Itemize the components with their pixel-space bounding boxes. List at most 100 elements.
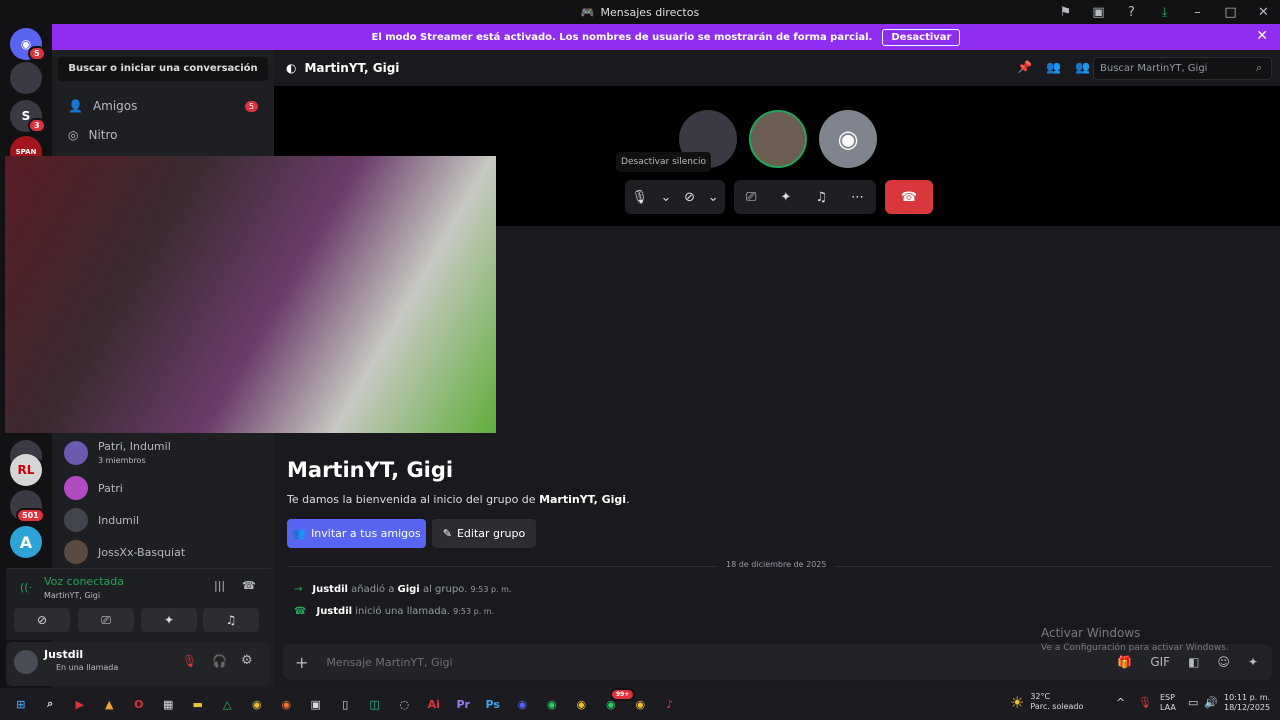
sticker-icon[interactable]: ◧ xyxy=(1188,655,1199,669)
chevron-down-icon[interactable]: ⌄ xyxy=(661,190,672,205)
discord-icon[interactable]: ◉ xyxy=(508,692,538,716)
server-icon[interactable] xyxy=(10,62,42,94)
call-actions: ⎚ ✦ ♫ ⋯ xyxy=(734,180,876,214)
soundboard-button[interactable]: ♫ xyxy=(203,608,259,632)
message-input[interactable]: Mensaje MartinYT, Gigi xyxy=(326,656,452,669)
chrome-icon[interactable]: ◉ xyxy=(567,692,597,716)
sidebar-item-nitro[interactable]: ◎ Nitro xyxy=(58,122,268,148)
home-button[interactable]: ◉ 5 xyxy=(10,28,46,61)
activities-button[interactable]: ✦ xyxy=(141,608,197,632)
members-icon[interactable]: 👥 xyxy=(1075,60,1090,74)
page-title: MartinYT, Gigi xyxy=(304,61,400,75)
close-banner-icon[interactable]: ✕ xyxy=(1256,28,1268,44)
server-icon[interactable]: S3 xyxy=(10,100,46,133)
app-icon[interactable]: ◌ xyxy=(390,692,420,716)
welcome-title: MartinYT, Gigi xyxy=(287,458,454,482)
invite-friends-button[interactable]: 👥 Invitar a tus amigos xyxy=(287,519,426,548)
chrome-icon[interactable]: ◉ xyxy=(242,692,272,716)
weather-widget[interactable]: ☀ 32°C Parc. soleado xyxy=(1010,692,1083,712)
premiere-icon[interactable]: Pr xyxy=(449,692,479,716)
close-window-button[interactable]: ✕ xyxy=(1247,5,1280,20)
deactivate-button[interactable]: Desactivar xyxy=(882,28,961,46)
group-icon: ◐ xyxy=(286,61,297,75)
apps-icon[interactable]: ✦ xyxy=(1248,655,1258,669)
conversation-search[interactable]: Buscar o iniciar una conversación xyxy=(58,57,268,81)
participant-avatar[interactable] xyxy=(749,110,807,168)
photoshop-icon[interactable]: Ps xyxy=(478,692,508,716)
server-icon[interactable]: RL xyxy=(10,454,42,486)
dm-name: JossXx-Basquiat xyxy=(98,545,186,559)
noise-icon[interactable]: ||| xyxy=(214,579,225,592)
activities-icon[interactable]: ✦ xyxy=(780,190,791,205)
avatar xyxy=(64,476,88,500)
app-icon[interactable]: ◫ xyxy=(360,692,390,716)
soundboard-icon[interactable]: ♫ xyxy=(815,190,827,205)
download-icon[interactable]: ⤓ xyxy=(1148,5,1181,20)
avatar[interactable] xyxy=(14,650,38,674)
gift-icon[interactable]: 🎁 xyxy=(1117,655,1132,669)
server-icon[interactable]: A xyxy=(10,526,42,558)
pin-icon[interactable]: 📌 xyxy=(1017,60,1032,74)
activation-title: Activar Windows xyxy=(1041,626,1141,640)
volume-icon[interactable]: 🔊 xyxy=(1204,696,1218,709)
network-icon[interactable]: ▭ xyxy=(1188,696,1198,709)
gif-icon[interactable]: GIF xyxy=(1150,655,1170,669)
dm-list-item[interactable]: Patri, Indumil 3 miembros xyxy=(58,440,268,466)
help-icon[interactable]: ? xyxy=(1115,5,1148,20)
search-icon[interactable]: ⌕ xyxy=(36,692,66,716)
server-icon[interactable]: 501 xyxy=(10,490,45,523)
clock[interactable]: 10:11 p. m. 18/12/2025 xyxy=(1224,693,1270,713)
minimize-button[interactable]: – xyxy=(1181,5,1214,20)
inbox-icon[interactable]: ⚑ xyxy=(1049,5,1082,20)
whatsapp-badge: 99+ xyxy=(610,688,636,701)
chevron-down-icon[interactable]: ⌄ xyxy=(708,190,719,205)
chevron-up-icon[interactable]: ^ xyxy=(1116,696,1125,709)
mic-icon[interactable]: 🎙 xyxy=(1138,696,1152,709)
tiktok-icon[interactable]: ♪ xyxy=(655,692,685,716)
drive-icon[interactable]: △ xyxy=(213,692,243,716)
emoji-icon[interactable]: ☺ xyxy=(1217,655,1230,669)
maximize-button[interactable]: □ xyxy=(1214,5,1247,20)
illustrator-icon[interactable]: Ai xyxy=(419,692,449,716)
dm-list-item[interactable]: Patri xyxy=(58,476,268,500)
tooltip: Desactivar silencio xyxy=(616,152,711,172)
dm-list-item[interactable]: Indumil xyxy=(58,508,268,532)
gear-icon[interactable]: ⚙ xyxy=(241,653,253,668)
more-icon[interactable]: ⋯ xyxy=(851,190,864,205)
phone-hangup-icon: ☎ xyxy=(900,189,918,205)
app-icon[interactable]: ▣ xyxy=(301,692,331,716)
spotify-icon[interactable]: ◉ xyxy=(537,692,567,716)
mic-muted-icon[interactable]: 🎙 xyxy=(182,654,197,668)
camera-off-icon[interactable]: ⊘ xyxy=(684,190,695,205)
participant-avatar[interactable]: ◉ xyxy=(819,110,877,168)
plus-icon[interactable]: + xyxy=(295,653,308,672)
headphones-icon[interactable]: 🎧 xyxy=(212,654,227,668)
disconnect-icon[interactable]: ☎ xyxy=(242,579,256,592)
app-icon[interactable]: ▶ xyxy=(65,692,95,716)
nitro-label: Nitro xyxy=(88,128,118,142)
mic-off-icon[interactable]: 🎙 xyxy=(631,190,648,205)
windows-activation: Activar Windows Ve a Configuración para … xyxy=(1041,626,1229,653)
edit-group-button[interactable]: ✎ Editar grupo xyxy=(432,519,536,548)
dm-list-item[interactable]: JossXx-Basquiat xyxy=(58,540,268,564)
file-icon[interactable]: ▯ xyxy=(331,692,361,716)
language-indicator[interactable]: ESP LAA xyxy=(1160,693,1176,713)
start-icon[interactable]: ⊞ xyxy=(6,692,36,716)
dm-name: Indumil xyxy=(98,513,139,527)
firefox-icon[interactable]: ◉ xyxy=(272,692,302,716)
opera-icon[interactable]: O xyxy=(124,692,154,716)
sidebar-item-friends[interactable]: 👤 Amigos 5 xyxy=(58,93,268,119)
date-label: 18 de diciembre de 2025 xyxy=(718,560,835,569)
folder-icon[interactable]: ▬ xyxy=(183,692,213,716)
camera-toggle-button[interactable]: ⊘ xyxy=(14,608,70,632)
header-search-input[interactable]: Buscar MartinYT, Gigi xyxy=(1093,57,1272,80)
add-member-icon[interactable]: 👥 xyxy=(1046,60,1061,74)
hangup-button[interactable]: ☎ xyxy=(885,180,933,214)
store-icon[interactable]: ▦ xyxy=(154,692,184,716)
pencil-icon: ✎ xyxy=(442,527,452,540)
screen-share-button[interactable]: ⎚ xyxy=(78,608,134,632)
whatsapp-icon[interactable]: ◉ 99+ xyxy=(596,688,636,716)
screen-share-icon[interactable]: ⎚ xyxy=(746,190,756,205)
screen-icon[interactable]: ▣ xyxy=(1082,5,1115,20)
app-icon[interactable]: ▲ xyxy=(95,692,125,716)
